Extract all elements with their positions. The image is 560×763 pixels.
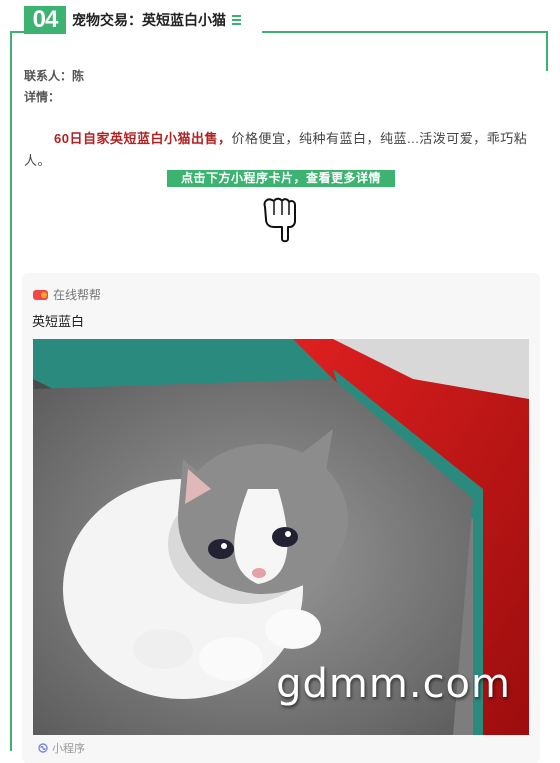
details-label: 详情： <box>24 90 61 104</box>
frame-top-border-right <box>262 31 548 33</box>
pointing-hand-icon <box>263 197 296 243</box>
card-footer: 小程序 <box>38 740 85 756</box>
section-title: 宠物交易：英短蓝白小猫 <box>72 12 226 28</box>
list-icon <box>232 15 241 25</box>
miniprogram-card[interactable]: 在线帮帮 英短蓝白 gdmm.com 小程序 <box>22 273 540 763</box>
app-logo-icon <box>33 289 48 300</box>
cta-banner: 点击下方小程序卡片，查看更多详情 <box>167 170 395 187</box>
kitten-photo: gdmm.com <box>33 339 529 735</box>
description: 60日自家英短蓝白小猫出售，价格便宜，纯种有蓝白，纯蓝...活泼可爱，乖巧粘人。 <box>24 128 540 172</box>
watermark: gdmm.com <box>276 661 511 707</box>
section-header: 04 宠物交易：英短蓝白小猫 <box>24 6 241 34</box>
frame-left-border <box>10 31 12 751</box>
card-title: 英短蓝白 <box>32 314 85 329</box>
contact-line: 联系人：陈 <box>24 69 85 83</box>
card-source-name: 在线帮帮 <box>53 288 102 302</box>
frame-right-border <box>546 31 548 71</box>
description-highlight: 60日自家英短蓝白小猫出售， <box>54 131 232 146</box>
miniprogram-icon <box>38 743 48 753</box>
section-number-badge: 04 <box>24 6 66 34</box>
card-source: 在线帮帮 <box>33 286 101 303</box>
card-footer-label: 小程序 <box>52 743 85 755</box>
